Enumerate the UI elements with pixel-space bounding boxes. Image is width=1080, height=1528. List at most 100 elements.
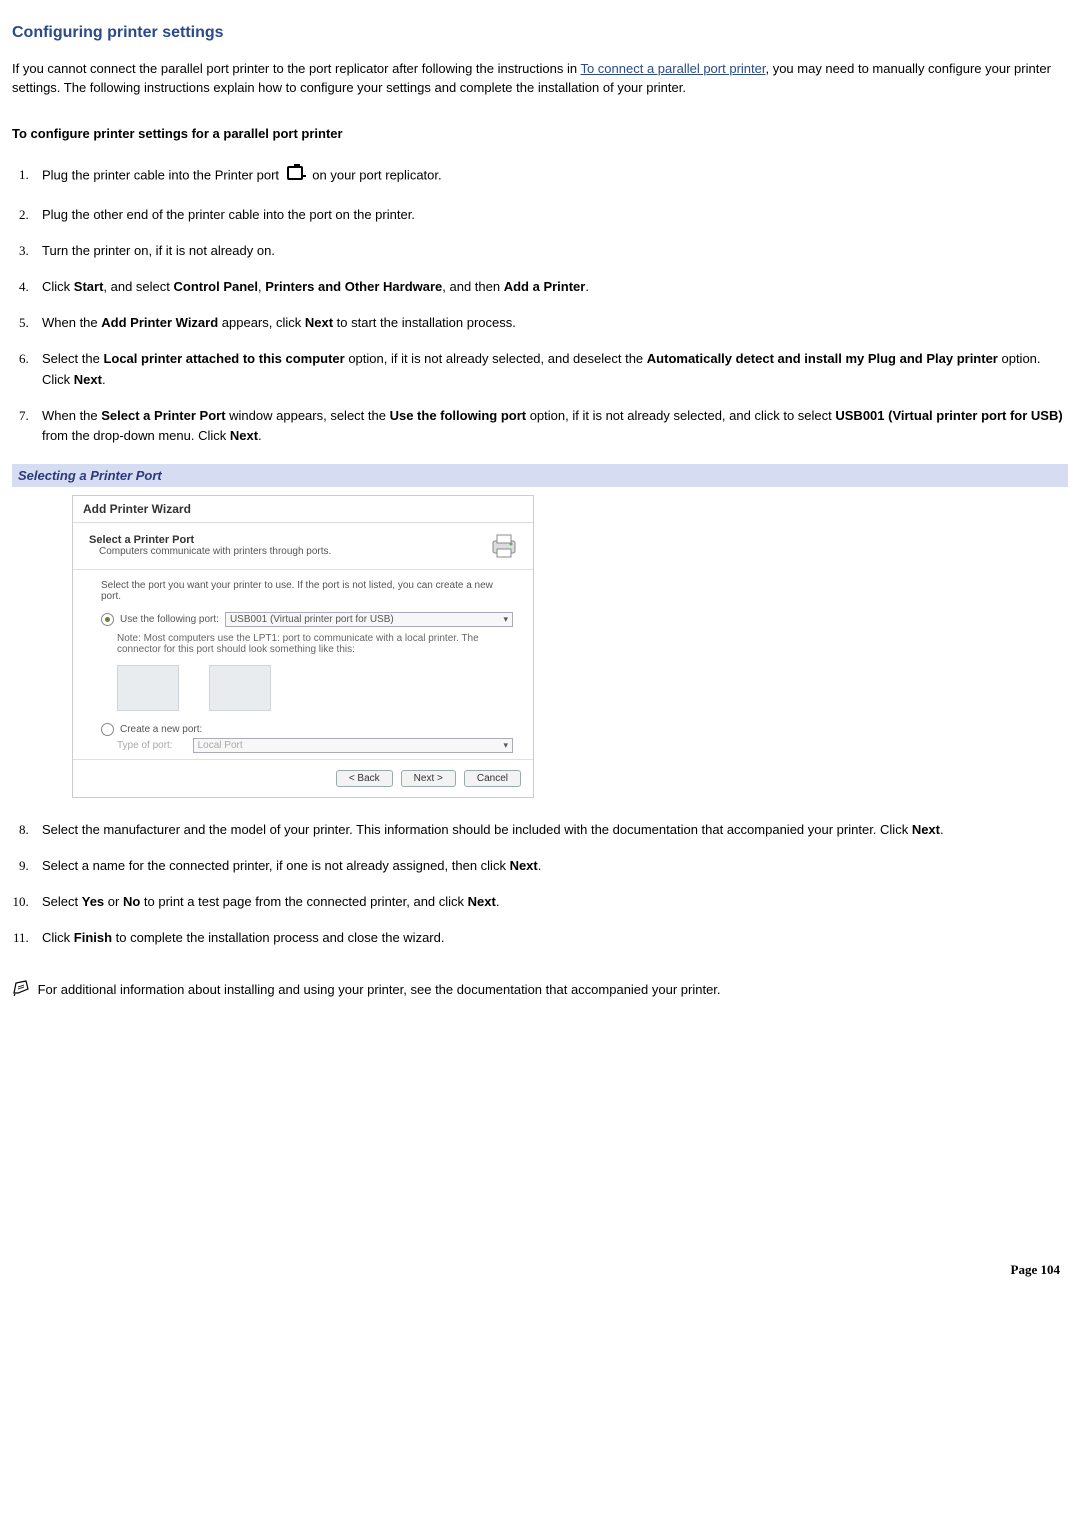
t: option, if it is not already selected, a… xyxy=(345,351,647,366)
wizard-header: Select a Printer Port Computers communic… xyxy=(73,523,533,570)
page-title: Configuring printer settings xyxy=(12,24,1068,42)
port-dropdown[interactable]: USB001 (Virtual printer port for USB) ▾ xyxy=(225,612,513,627)
wizard-header-title: Select a Printer Port xyxy=(89,534,331,546)
t: Automatically detect and install my Plug… xyxy=(647,351,998,366)
step-9: Select a name for the connected printer,… xyxy=(32,848,1068,884)
step-1: Plug the printer cable into the Printer … xyxy=(32,155,1068,197)
t: option, if it is not already selected, a… xyxy=(526,408,835,423)
t: Select the xyxy=(42,351,103,366)
t: Select a name for the connected printer,… xyxy=(42,858,510,873)
t: Next xyxy=(468,894,496,909)
t: or xyxy=(104,894,123,909)
printer-port-icon xyxy=(285,163,307,189)
t: Click xyxy=(42,279,74,294)
radio1-label: Use the following port: xyxy=(120,614,219,625)
t: to complete the installation process and… xyxy=(112,930,444,945)
t: to print a test page from the connected … xyxy=(140,894,467,909)
t: . xyxy=(585,279,589,294)
step-1-post: on your port replicator. xyxy=(312,167,441,182)
note-icon xyxy=(12,979,32,1003)
connector-image-2 xyxy=(209,665,271,711)
t: . xyxy=(538,858,542,873)
step-2: Plug the other end of the printer cable … xyxy=(32,197,1068,233)
subheading: To configure printer settings for a para… xyxy=(12,126,1068,141)
port-dropdown-value: USB001 (Virtual printer port for USB) xyxy=(230,614,394,625)
step-10: Select Yes or No to print a test page fr… xyxy=(32,884,1068,920)
t: Add Printer Wizard xyxy=(101,315,218,330)
create-new-port-row[interactable]: Create a new port: xyxy=(101,723,513,736)
step-8: Select the manufacturer and the model of… xyxy=(32,812,1068,848)
wizard-window: Add Printer Wizard Select a Printer Port… xyxy=(72,495,534,798)
step-7: When the Select a Printer Port window ap… xyxy=(32,398,1068,454)
type-of-port-dropdown: Local Port ▾ xyxy=(193,738,513,753)
page-number: Page 104 xyxy=(12,1262,1068,1278)
t: , and select xyxy=(103,279,173,294)
step-1-pre: Plug the printer cable into the Printer … xyxy=(42,167,283,182)
intro-pre: If you cannot connect the parallel port … xyxy=(12,61,580,76)
step-6: Select the Local printer attached to thi… xyxy=(32,341,1068,397)
t: No xyxy=(123,894,140,909)
wizard-header-sub: Computers communicate with printers thro… xyxy=(99,546,331,557)
t: from the drop-down menu. Click xyxy=(42,428,230,443)
t: . xyxy=(258,428,262,443)
t: . xyxy=(496,894,500,909)
type-of-port-label: Type of port: xyxy=(117,740,173,751)
wizard-body: Select the port you want your printer to… xyxy=(73,570,533,759)
t: Add a Printer xyxy=(504,279,586,294)
t: Local printer attached to this computer xyxy=(103,351,344,366)
chevron-down-icon: ▾ xyxy=(503,740,508,751)
t: . xyxy=(102,372,106,387)
wizard-screenshot: Add Printer Wizard Select a Printer Port… xyxy=(72,495,1068,798)
radio-unselected-icon[interactable] xyxy=(101,723,114,736)
step-11: Click Finish to complete the installatio… xyxy=(32,920,1068,956)
t: Click xyxy=(42,930,74,945)
step-5: When the Add Printer Wizard appears, cli… xyxy=(32,305,1068,341)
connector-image-1 xyxy=(117,665,179,711)
parallel-port-link[interactable]: To connect a parallel port printer xyxy=(580,61,765,76)
t: window appears, select the xyxy=(226,408,390,423)
radio2-label: Create a new port: xyxy=(120,724,202,735)
t: Next xyxy=(510,858,538,873)
next-button[interactable]: Next > xyxy=(401,770,456,787)
footnote: For additional information about install… xyxy=(12,979,1068,1003)
t: Select xyxy=(42,894,82,909)
t: Control Panel xyxy=(174,279,259,294)
t: . xyxy=(940,822,944,837)
t: Start xyxy=(74,279,104,294)
intro-paragraph: If you cannot connect the parallel port … xyxy=(12,60,1068,98)
connector-illustration-row xyxy=(117,665,513,711)
t: Next xyxy=(912,822,940,837)
t: Next xyxy=(230,428,258,443)
t: Printers and Other Hardware xyxy=(265,279,442,294)
t: , and then xyxy=(442,279,503,294)
t: Finish xyxy=(74,930,112,945)
t: Next xyxy=(305,315,333,330)
t: Next xyxy=(74,372,102,387)
use-following-port-row[interactable]: Use the following port: USB001 (Virtual … xyxy=(101,612,513,627)
footnote-text: For additional information about install… xyxy=(34,982,721,997)
t: to start the installation process. xyxy=(333,315,516,330)
steps-list-continued: Select the manufacturer and the model of… xyxy=(12,812,1068,957)
back-button[interactable]: < Back xyxy=(336,770,393,787)
t: USB001 (Virtual printer port for USB) xyxy=(835,408,1062,423)
t: Select a Printer Port xyxy=(101,408,225,423)
wizard-footer: < Back Next > Cancel xyxy=(73,759,533,797)
radio-selected-icon[interactable] xyxy=(101,613,114,626)
step-4: Click Start, and select Control Panel, P… xyxy=(32,269,1068,305)
type-of-port-value: Local Port xyxy=(198,740,243,751)
wizard-titlebar: Add Printer Wizard xyxy=(73,496,533,523)
step-3: Turn the printer on, if it is not alread… xyxy=(32,233,1068,269)
printer-icon xyxy=(487,529,521,563)
cancel-button[interactable]: Cancel xyxy=(464,770,521,787)
t: When the xyxy=(42,408,101,423)
wizard-note: Note: Most computers use the LPT1: port … xyxy=(117,633,513,655)
wizard-desc: Select the port you want your printer to… xyxy=(101,580,513,602)
t: Select the manufacturer and the model of… xyxy=(42,822,912,837)
t: Yes xyxy=(82,894,104,909)
t: When the xyxy=(42,315,101,330)
chevron-down-icon: ▾ xyxy=(503,614,508,625)
figure-caption: Selecting a Printer Port xyxy=(12,464,1068,487)
steps-list: Plug the printer cable into the Printer … xyxy=(12,155,1068,454)
t: appears, click xyxy=(218,315,305,330)
t: Use the following port xyxy=(390,408,527,423)
